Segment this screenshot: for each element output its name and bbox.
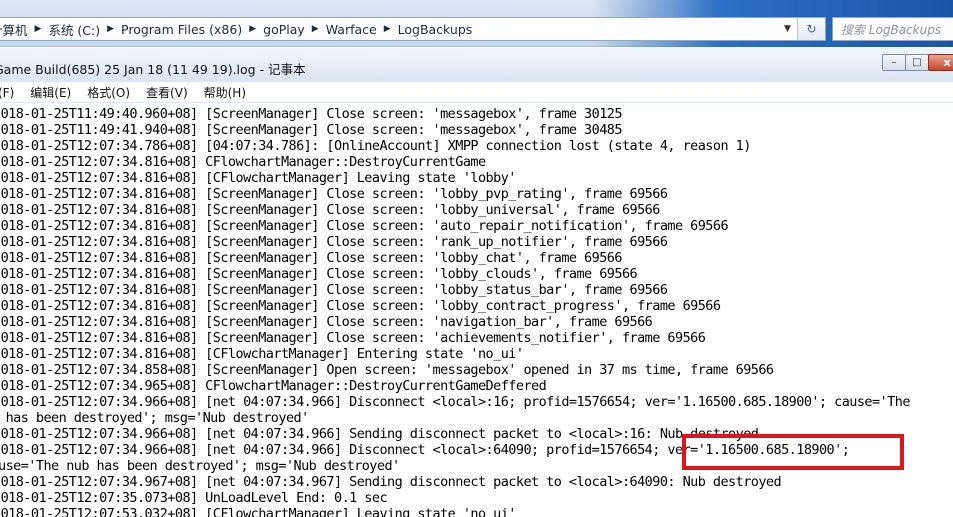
log-line: 2018-01-25T12:07:34.816+08] [ScreenManag…	[0, 282, 668, 298]
address-dropdown-icon[interactable]: ▼	[780, 18, 795, 40]
maximize-button[interactable]: □	[905, 54, 929, 71]
breadcrumb-logbackups[interactable]: LogBackups	[398, 22, 473, 37]
breadcrumb-computer[interactable]: 计算机	[0, 20, 28, 39]
log-line: 2018-01-25T11:49:41.940+08] [ScreenManag…	[0, 122, 623, 138]
log-line: 2018-01-25T12:07:53.032+08] [CFlowchartM…	[0, 506, 516, 517]
log-line: 2018-01-25T12:07:34.858+08] [ScreenManag…	[0, 362, 774, 378]
refresh-icon[interactable]: ↻	[797, 18, 825, 40]
log-line: 2018-01-25T12:07:34.816+08] [ScreenManag…	[0, 266, 638, 282]
log-line: 2018-01-25T12:07:34.816+08] [ScreenManag…	[0, 202, 660, 218]
log-line: 2018-01-25T12:07:34.967+08] [net 04:07:3…	[0, 474, 782, 490]
log-line: 2018-01-25T12:07:34.966+08] [net 04:07:3…	[0, 394, 910, 410]
menu-bar: 文件(F) 编辑(E) 格式(O) 查看(V) 帮助(H)	[0, 82, 953, 103]
log-line: 2018-01-25T12:07:34.816+08] [CFlowchartM…	[0, 170, 516, 186]
explorer-address-strip: 计算机 ▶ 系统 (C:) ▶ Program Files (x86) ▶ go…	[0, 0, 953, 47]
search-input[interactable]: 搜索 LogBackups	[832, 17, 953, 41]
log-line: 2018-01-25T12:07:34.816+08] CFlowchartMa…	[0, 154, 486, 170]
breadcrumb-goplay[interactable]: goPlay	[263, 22, 305, 37]
menu-file[interactable]: 文件(F)	[0, 84, 14, 101]
log-line: 2018-01-25T12:07:34.816+08] [ScreenManag…	[0, 330, 706, 346]
log-line: 2018-01-25T12:07:34.816+08] [CFlowchartM…	[0, 346, 524, 362]
log-line: 2018-01-25T12:07:34.816+08] [ScreenManag…	[0, 218, 729, 234]
minimize-button[interactable]: –	[882, 54, 906, 71]
log-line: 2018-01-25T12:07:34.965+08] CFlowchartMa…	[0, 378, 547, 394]
address-bar[interactable]: 计算机 ▶ 系统 (C:) ▶ Program Files (x86) ▶ go…	[0, 17, 826, 41]
menu-help[interactable]: 帮助(H)	[204, 84, 246, 101]
log-line: 2018-01-25T12:07:34.816+08] [ScreenManag…	[0, 298, 721, 314]
log-line: 2018-01-25T12:07:34.816+08] [ScreenManag…	[0, 250, 623, 266]
log-line: 2018-01-25T12:07:35.073+08] UnLoadLevel …	[0, 490, 388, 506]
log-line: 2018-01-25T11:49:40.960+08] [ScreenManag…	[0, 106, 623, 122]
chevron-right-icon[interactable]: ▶	[107, 24, 114, 34]
window-title: Game Build(685) 25 Jan 18 (11 49 19).log…	[0, 62, 306, 77]
log-line: 2018-01-25T12:07:34.816+08] [ScreenManag…	[0, 314, 653, 330]
close-button[interactable]: x	[928, 54, 953, 71]
log-line: 2018-01-25T12:07:34.786+08] [04:07:34.78…	[0, 138, 751, 154]
log-line: 2018-01-25T12:07:34.816+08] [ScreenManag…	[0, 186, 668, 202]
menu-format[interactable]: 格式(O)	[87, 84, 130, 101]
breadcrumb-warface[interactable]: Warface	[326, 22, 377, 37]
breadcrumb: 计算机 ▶ 系统 (C:) ▶ Program Files (x86) ▶ go…	[0, 20, 472, 39]
notepad-titlebar[interactable]: Game Build(685) 25 Jan 18 (11 49 19).log…	[0, 48, 953, 84]
menu-view[interactable]: 查看(V)	[146, 84, 188, 101]
log-line: use='The nub has been destroyed'; msg='N…	[0, 458, 400, 474]
chevron-right-icon[interactable]: ▶	[35, 24, 42, 34]
breadcrumb-drive-c[interactable]: 系统 (C:)	[48, 20, 100, 39]
window-controls: – □ x	[882, 54, 953, 71]
log-line: has been destroyed'; msg='Nub destroyed'	[0, 410, 310, 426]
log-line: 2018-01-25T12:07:34.966+08] [net 04:07:3…	[0, 426, 759, 442]
chevron-right-icon[interactable]: ▶	[312, 24, 319, 34]
chevron-right-icon[interactable]: ▶	[249, 24, 256, 34]
breadcrumb-program-files[interactable]: Program Files (x86)	[121, 22, 242, 37]
log-line: 2018-01-25T12:07:34.816+08] [ScreenManag…	[0, 234, 668, 250]
chevron-right-icon[interactable]: ▶	[384, 24, 391, 34]
menu-edit[interactable]: 编辑(E)	[30, 84, 71, 101]
annotation-highlight-box	[682, 434, 904, 470]
